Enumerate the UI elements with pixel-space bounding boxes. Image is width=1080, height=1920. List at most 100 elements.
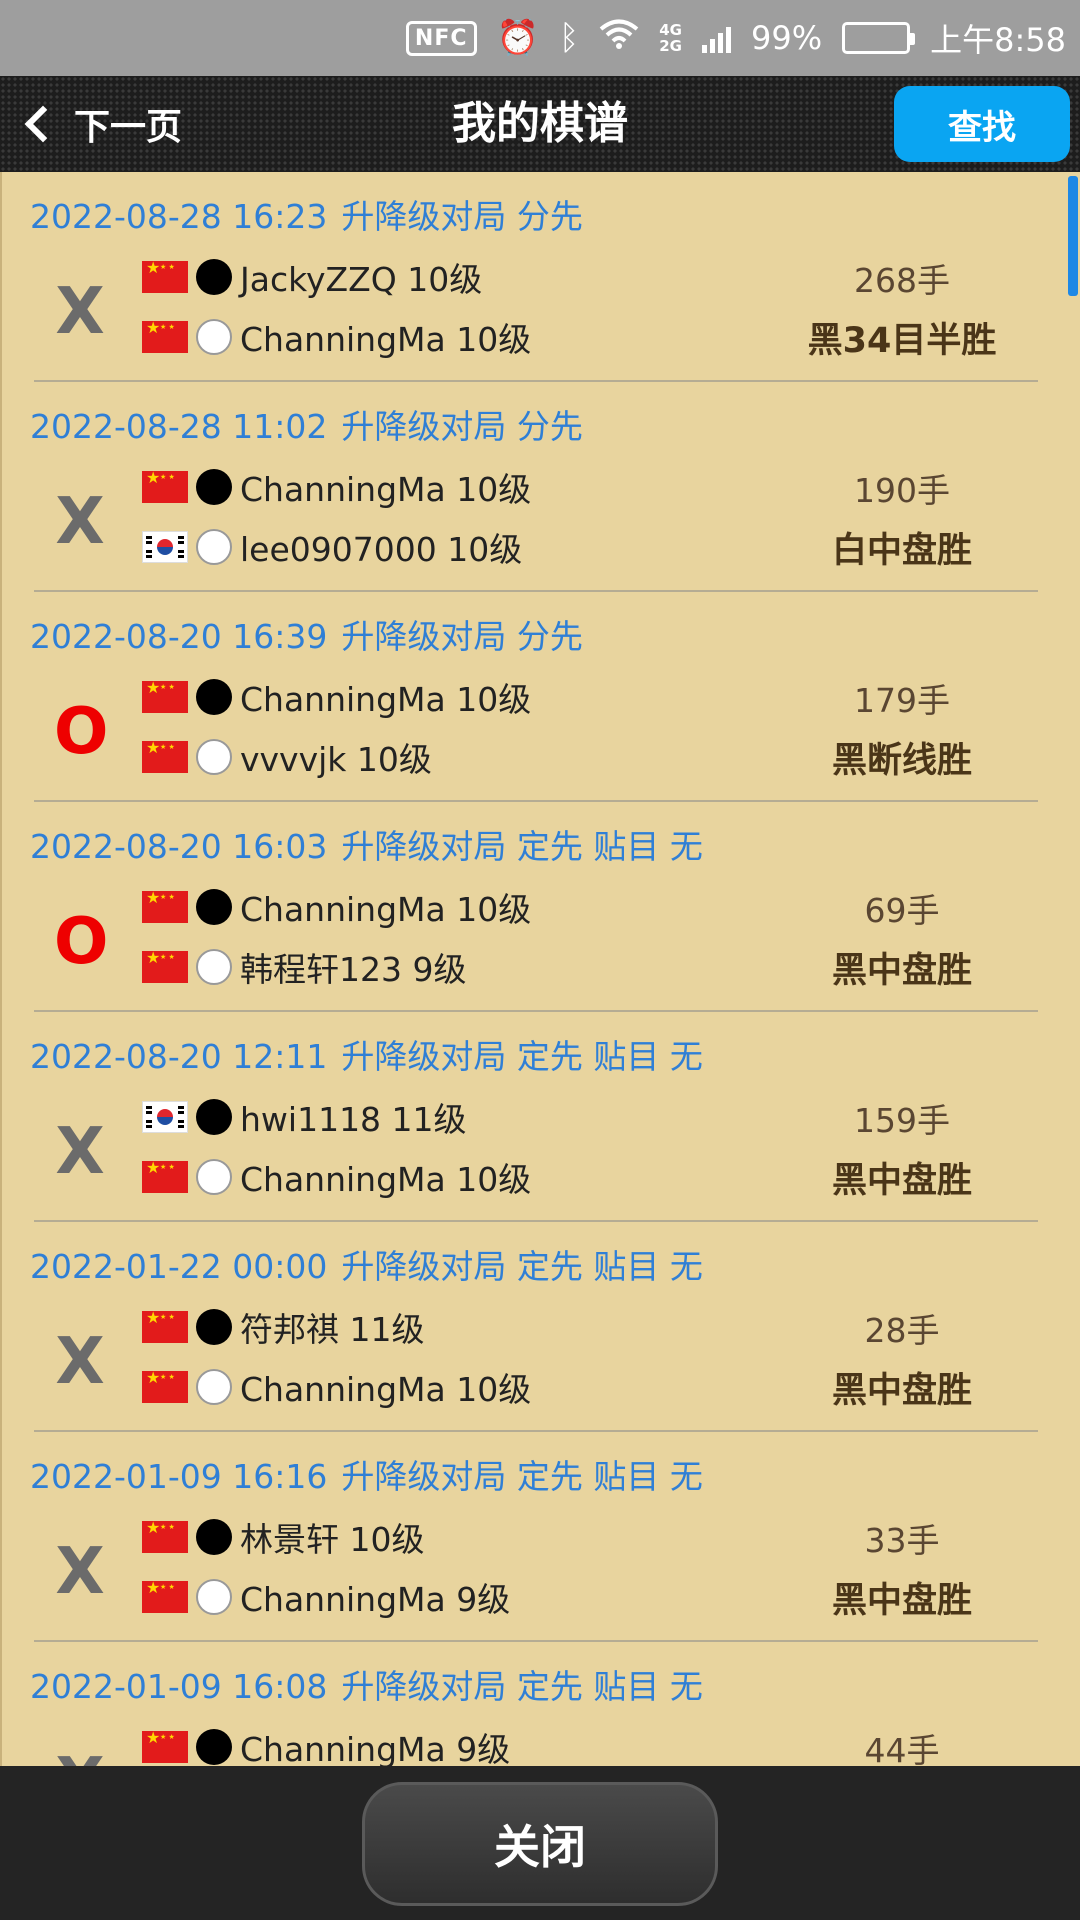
- record-game-info: 升降级对局 定先 贴目 无: [341, 1457, 703, 1496]
- record-header: 2022-08-20 16:03 升降级对局 定先 贴目 无: [30, 820, 703, 868]
- player-name: vvvvjk 10级: [240, 740, 432, 779]
- white-stone-icon: [196, 529, 232, 565]
- chevron-left-icon: [24, 105, 62, 143]
- next-page-button[interactable]: 下一页: [18, 76, 182, 172]
- game-record-row[interactable]: 2022-08-20 16:39 升降级对局 分先 O ChanningMa 10级 v…: [2, 592, 1080, 802]
- black-player: ChanningMa 10级: [142, 882, 531, 932]
- move-count: 179手: [854, 681, 950, 720]
- player-name: ChanningMa 10级: [240, 890, 532, 929]
- black-player: ChanningMa 10级: [142, 672, 531, 722]
- network-2g: 2G: [659, 37, 682, 55]
- black-player: ChanningMa 9级: [142, 1722, 510, 1766]
- player-name: ChanningMa 10级: [240, 470, 532, 509]
- game-record-row[interactable]: 2022-01-09 16:08 升降级对局 定先 贴目 无 X ChanningMa…: [2, 1642, 1080, 1766]
- battery-icon: [842, 22, 916, 54]
- white-stone-icon: [196, 1579, 232, 1615]
- game-record-row[interactable]: 2022-08-20 16:03 升降级对局 定先 贴目 无 O ChanningMa…: [2, 802, 1080, 1012]
- black-stone-icon: [196, 259, 232, 295]
- player-name: ChanningMa 10级: [240, 1370, 532, 1409]
- player-name: ChanningMa 10级: [240, 320, 532, 359]
- player-name: ChanningMa 9级: [240, 1730, 511, 1766]
- record-date: 2022-08-20 12:11: [30, 1037, 328, 1076]
- china-flag-icon: [142, 891, 188, 923]
- record-header: 2022-08-20 12:11 升降级对局 定先 贴目 无: [30, 1030, 703, 1078]
- china-flag-icon: [142, 471, 188, 503]
- black-player: JackyZZQ 10级: [142, 252, 482, 302]
- player-name: hwi1118 11级: [240, 1100, 467, 1139]
- record-game-info: 升降级对局 分先: [341, 407, 583, 446]
- player-name: JackyZZQ 10级: [240, 260, 483, 299]
- close-button[interactable]: 关闭: [362, 1782, 718, 1906]
- white-player: ChanningMa 10级: [142, 312, 531, 362]
- game-record-row[interactable]: 2022-08-28 11:02 升降级对局 分先 X ChanningMa 10级 l…: [2, 382, 1080, 592]
- player-name: ChanningMa 10级: [240, 1160, 532, 1199]
- loss-mark: X: [55, 1115, 105, 1189]
- china-flag-icon: [142, 1731, 188, 1763]
- black-stone-icon: [196, 889, 232, 925]
- move-count: 190手: [854, 471, 950, 510]
- move-count: 44手: [864, 1731, 940, 1766]
- game-result: 黑断线胜: [831, 741, 972, 781]
- nfc-icon: NFC: [405, 20, 477, 56]
- clock: 上午8:58: [930, 21, 1066, 59]
- record-header: 2022-01-22 00:00 升降级对局 定先 贴目 无: [30, 1240, 703, 1288]
- record-header: 2022-08-20 16:39 升降级对局 分先: [30, 610, 583, 658]
- game-record-row[interactable]: 2022-01-09 16:16 升降级对局 定先 贴目 无 X 林景轩 10级 Cha…: [2, 1432, 1080, 1642]
- record-header: 2022-08-28 11:02 升降级对局 分先: [30, 400, 583, 448]
- loss-mark: X: [55, 1535, 105, 1609]
- game-result: 黑34目半胜: [807, 321, 997, 361]
- player-name: 林景轩 10级: [240, 1520, 425, 1559]
- record-game-info: 升降级对局 分先: [341, 617, 583, 656]
- black-stone-icon: [196, 1519, 232, 1555]
- white-stone-icon: [196, 739, 232, 775]
- white-player: lee0907000 10级: [142, 522, 522, 572]
- white-stone-icon: [196, 1159, 232, 1195]
- record-header: 2022-01-09 16:08 升降级对局 定先 贴目 无: [30, 1660, 703, 1708]
- china-flag-icon: [142, 741, 188, 773]
- status-bar: NFC ⏰ ᛒ 4G 2G 99% 上午8:58: [0, 0, 1080, 76]
- china-flag-icon: [142, 1311, 188, 1343]
- white-stone-icon: [196, 319, 232, 355]
- record-date: 2022-01-22 00:00: [30, 1247, 328, 1286]
- loss-mark: X: [55, 485, 105, 559]
- game-record-row[interactable]: 2022-08-20 12:11 升降级对局 定先 贴目 无 Xhwi1118 11…: [2, 1012, 1080, 1222]
- black-player: 林景轩 10级: [142, 1512, 424, 1562]
- record-header: 2022-01-09 16:16 升降级对局 定先 贴目 无: [30, 1450, 703, 1498]
- win-mark: O: [54, 695, 109, 769]
- player-name: 符邦祺 11级: [240, 1310, 425, 1349]
- korea-flag-icon: [142, 1101, 188, 1133]
- alarm-icon: ⏰: [496, 18, 539, 58]
- record-game-info: 升降级对局 定先 贴目 无: [341, 1037, 703, 1076]
- game-record-list[interactable]: 2022-08-28 16:23 升降级对局 分先 X JackyZZQ 10级 Cha…: [0, 172, 1080, 1766]
- next-page-label: 下一页: [74, 107, 183, 148]
- china-flag-icon: [142, 1371, 188, 1403]
- record-header: 2022-08-28 16:23 升降级对局 分先: [30, 190, 583, 238]
- move-count: 268手: [854, 261, 950, 300]
- white-stone-icon: [196, 1369, 232, 1405]
- china-flag-icon: [142, 951, 188, 983]
- game-result: 白中盘胜: [831, 531, 972, 571]
- black-player: 符邦祺 11级: [142, 1302, 424, 1352]
- game-result: 黑中盘胜: [831, 951, 972, 991]
- black-player: hwi1118 11级: [142, 1092, 467, 1142]
- black-player: ChanningMa 10级: [142, 462, 531, 512]
- find-button[interactable]: 查找: [894, 86, 1070, 162]
- record-date: 2022-08-20 16:39: [30, 617, 328, 656]
- white-player: vvvvjk 10级: [142, 732, 432, 782]
- record-date: 2022-08-28 11:02: [30, 407, 328, 446]
- black-stone-icon: [196, 1099, 232, 1135]
- white-player: ChanningMa 10级: [142, 1152, 531, 1202]
- record-game-info: 升降级对局 定先 贴目 无: [341, 1667, 703, 1706]
- china-flag-icon: [142, 261, 188, 293]
- game-result: 黑中盘胜: [831, 1581, 972, 1621]
- white-player: 韩程轩123 9级: [142, 942, 466, 992]
- loss-mark: X: [55, 1325, 105, 1399]
- game-record-row[interactable]: 2022-01-22 00:00 升降级对局 定先 贴目 无 X 符邦祺 11级 Cha…: [2, 1222, 1080, 1432]
- signal-icon: [702, 23, 731, 53]
- move-count: 33手: [864, 1521, 940, 1560]
- game-record-row[interactable]: 2022-08-28 16:23 升降级对局 分先 X JackyZZQ 10级 Cha…: [2, 172, 1080, 382]
- status-icons: NFC ⏰ ᛒ 4G 2G 99% 上午8:58: [405, 0, 1066, 76]
- china-flag-icon: [142, 321, 188, 353]
- black-stone-icon: [196, 679, 232, 715]
- bottom-bar: 关闭: [0, 1766, 1080, 1920]
